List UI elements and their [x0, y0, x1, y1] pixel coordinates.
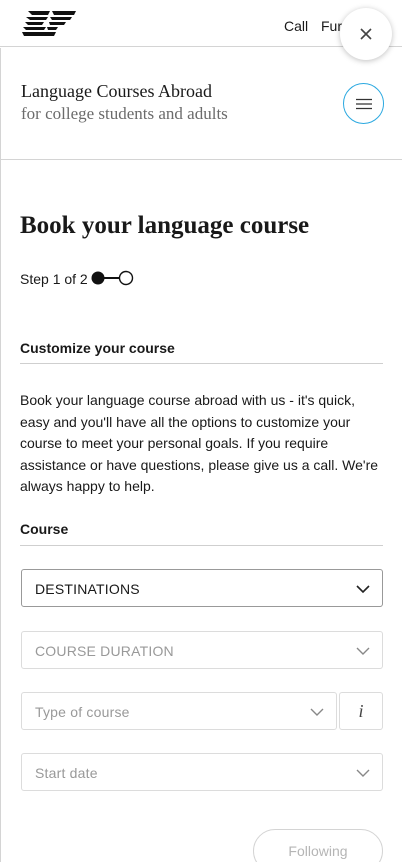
- course-type-select[interactable]: Type of course: [21, 692, 337, 730]
- destinations-select-label: DESTINATIONS: [35, 581, 140, 597]
- page-title: Book your language course: [20, 212, 310, 239]
- chevron-down-icon: [356, 585, 370, 594]
- course-info-button[interactable]: i: [339, 692, 383, 730]
- site-subtitle: for college students and adults: [21, 104, 228, 123]
- step-indicator-text: Step 1 of 2: [20, 271, 88, 287]
- course-duration-select[interactable]: COURSE DURATION: [21, 631, 383, 669]
- call-link[interactable]: Call: [284, 18, 308, 34]
- chevron-down-icon: [356, 647, 370, 655]
- start-date-select[interactable]: Start date: [21, 753, 383, 791]
- hamburger-icon: [355, 98, 372, 109]
- site-title: Language Courses Abroad: [21, 81, 212, 101]
- divider: [20, 545, 383, 546]
- course-type-select-label: Type of course: [35, 704, 130, 720]
- next-step-button[interactable]: Following: [253, 829, 383, 862]
- ef-logo[interactable]: [20, 9, 80, 39]
- chevron-down-icon: [356, 769, 370, 777]
- intro-text: Book your language course abroad with us…: [20, 392, 379, 494]
- step-progress-icon: [91, 270, 134, 286]
- menu-button[interactable]: [343, 83, 384, 124]
- chevron-down-icon: [310, 708, 324, 716]
- site-header: Language Courses Abroad for college stud…: [0, 48, 402, 160]
- customize-heading: Customize your course: [20, 340, 175, 356]
- info-icon: i: [358, 700, 364, 721]
- fun-link[interactable]: Fur: [321, 18, 342, 34]
- content-left-border: [0, 160, 1, 862]
- divider: [20, 363, 383, 364]
- start-date-select-label: Start date: [35, 765, 98, 781]
- course-heading: Course: [20, 521, 69, 537]
- close-icon: [360, 28, 372, 40]
- course-duration-select-label: COURSE DURATION: [35, 643, 174, 659]
- destinations-select[interactable]: DESTINATIONS: [21, 569, 383, 607]
